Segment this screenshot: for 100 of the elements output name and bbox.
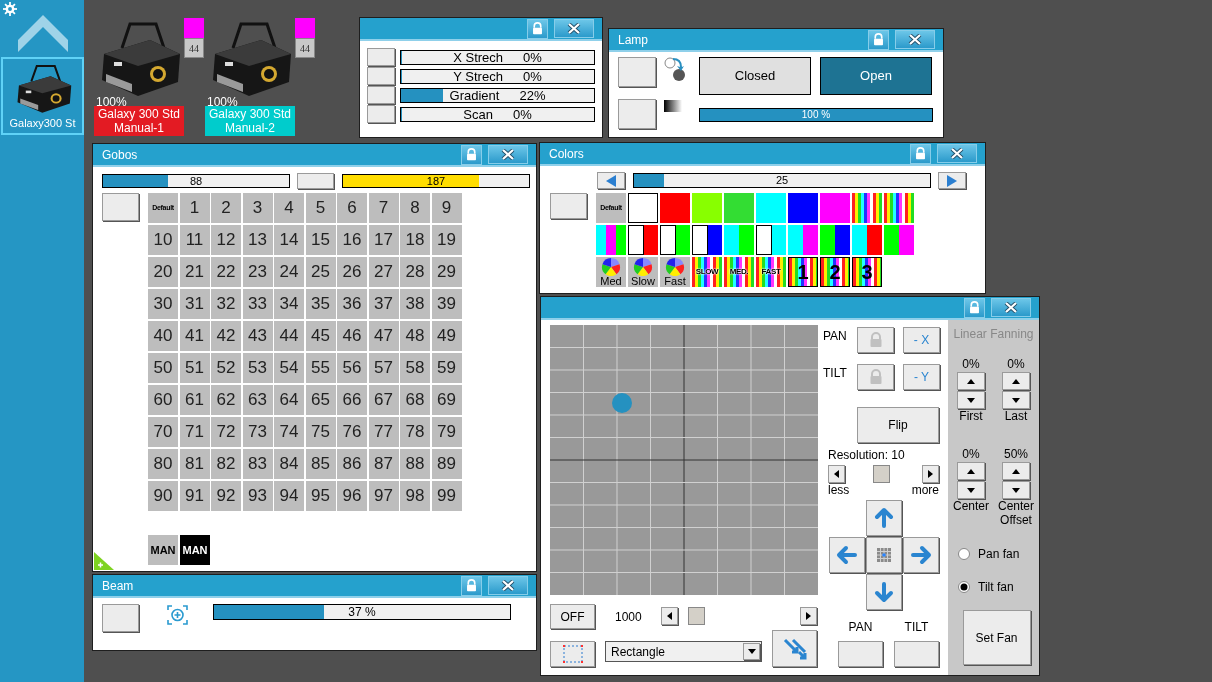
gobo-cell[interactable]: 90 [148,481,178,511]
set-fan-button[interactable]: Set Fan [962,610,1031,665]
square-button[interactable] [102,193,139,221]
gobo-cell[interactable]: 68 [400,385,430,415]
gobo-cell[interactable]: 86 [337,449,367,479]
chevron-up-icon[interactable] [18,12,68,52]
center-button[interactable] [866,537,902,573]
color-swatch[interactable] [692,225,722,255]
add-corner-icon[interactable] [94,552,114,570]
color-swatch[interactable] [884,225,914,255]
gobo-cell[interactable]: 78 [400,417,430,447]
square-button[interactable] [618,57,656,87]
progress-bar[interactable]: 25 [633,173,931,188]
increase-button[interactable] [1002,372,1030,390]
close-button[interactable] [895,30,935,49]
gobo-cell[interactable]: 61 [179,385,210,415]
slider-right-button[interactable] [922,465,939,483]
gobo-cell[interactable]: 30 [148,289,178,319]
color-swatch[interactable] [788,225,818,255]
color-wheel-button[interactable]: Fast [660,257,690,287]
gobo-cell[interactable]: 94 [274,481,304,511]
close-button[interactable] [488,576,528,595]
gobo-cell[interactable]: 79 [431,417,462,447]
gobo-cell[interactable]: 48 [400,321,430,351]
progress-bar[interactable]: 100 % [699,108,933,122]
gobo-cell[interactable]: 57 [368,353,399,383]
gobo-cell[interactable]: 42 [211,321,241,351]
gobo-cell[interactable]: 33 [242,289,273,319]
slider-thumb[interactable] [688,606,706,625]
gobo-cell[interactable]: 71 [179,417,210,447]
shape-dropdown[interactable]: Rectangle [605,641,762,662]
settings-icon[interactable] [3,2,17,16]
gobo-cell[interactable]: 88 [400,449,430,479]
color-swatch[interactable] [660,225,690,255]
gobo-cell[interactable]: 66 [337,385,367,415]
gobo-cell[interactable]: 58 [400,353,430,383]
gobo-cell[interactable]: 18 [400,225,430,255]
gobo-cell[interactable]: 45 [305,321,336,351]
lock-button[interactable] [461,144,482,165]
square-button[interactable] [618,99,656,129]
gobo-cell[interactable]: 52 [211,353,241,383]
gobo-cell[interactable]: 51 [179,353,210,383]
gobo-cell[interactable]: 17 [368,225,399,255]
gobo-cell[interactable]: 16 [337,225,367,255]
close-button[interactable] [488,145,528,164]
man-button[interactable]: MAN [180,535,210,565]
gobo-cell[interactable]: 29 [431,257,462,287]
gobo-cell[interactable]: 72 [211,417,241,447]
gobo-cell[interactable]: 12 [211,225,241,255]
color-swatch[interactable] [628,225,658,255]
gobo-cell[interactable]: 59 [431,353,462,383]
gobo-cell[interactable]: 49 [431,321,462,351]
left-arrow-button[interactable] [829,537,865,573]
gobo-cell[interactable]: 82 [211,449,241,479]
lock-button[interactable] [857,364,894,390]
position-grid[interactable] [550,325,818,595]
gobo-cell[interactable]: 41 [179,321,210,351]
gobo-cell[interactable]: 39 [431,289,462,319]
slider-thumb[interactable] [872,465,890,483]
square-button[interactable] [367,67,395,85]
gobo-cell[interactable]: 63 [242,385,273,415]
gobo-cell[interactable]: 65 [305,385,336,415]
lock-button[interactable] [964,297,985,318]
up-arrow-button[interactable] [866,500,902,536]
slider-track[interactable] [828,465,939,483]
progress-bar[interactable]: Gradient 22% [400,87,595,103]
progress-bar[interactable]: 187 [342,174,530,188]
decrease-button[interactable] [1002,481,1030,499]
gobo-cell[interactable]: 2 [211,193,241,223]
color-swatch[interactable] [756,225,786,255]
gobo-cell[interactable]: 56 [337,353,367,383]
increase-button[interactable] [1002,462,1030,480]
progress-bar[interactable]: Y Strech 0% [400,68,595,84]
square-button[interactable] [367,48,395,66]
decrease-button[interactable] [957,481,985,499]
gobo-cell[interactable]: 92 [211,481,241,511]
lock-button[interactable] [461,575,482,596]
gobo-cell[interactable]: 96 [337,481,367,511]
color-swatch[interactable] [852,225,882,255]
gobo-cell[interactable]: 87 [368,449,399,479]
gobo-cell[interactable]: 84 [274,449,304,479]
progress-bar[interactable]: 37 % [213,604,511,620]
gobo-cell[interactable]: 77 [368,417,399,447]
tilt-value-button[interactable] [894,641,939,667]
gobo-cell[interactable]: 25 [305,257,336,287]
color-swatch[interactable] [628,193,658,223]
close-button[interactable] [554,19,594,38]
gobo-cell[interactable]: 81 [179,449,210,479]
man-button[interactable]: MAN [148,535,178,565]
color-swatch[interactable] [820,225,850,255]
increase-button[interactable] [957,462,985,480]
dropdown-button[interactable] [743,643,760,660]
right-arrow-button[interactable] [903,537,939,573]
color-swatch[interactable] [724,193,754,223]
swap-button[interactable] [772,630,817,667]
color-swatch[interactable] [788,193,818,223]
increase-button[interactable] [957,372,985,390]
slider-left-button[interactable] [828,465,845,483]
gobo-cell[interactable]: 75 [305,417,336,447]
number-button[interactable]: 3 [852,257,882,287]
